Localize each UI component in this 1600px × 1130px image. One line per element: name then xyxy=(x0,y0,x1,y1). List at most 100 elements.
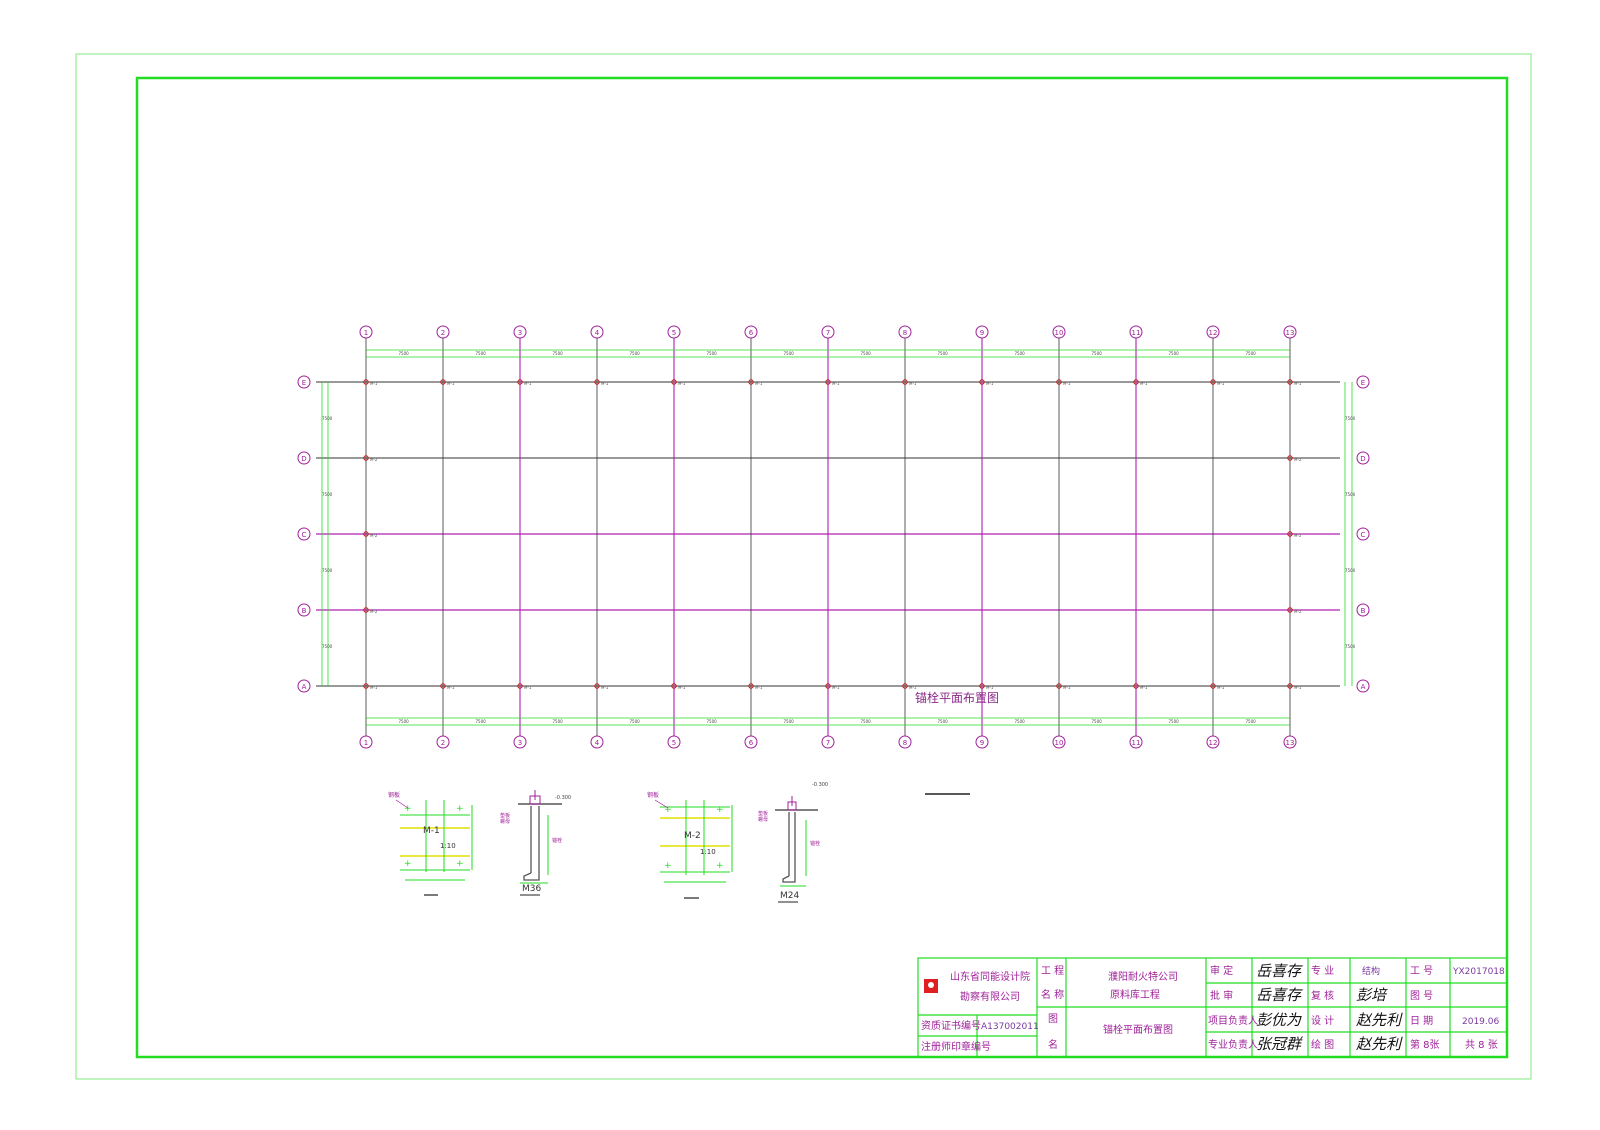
axis-label-E-left: E xyxy=(302,379,306,387)
anchor-tag-2A: M-1 xyxy=(447,685,455,690)
cad-drawing: 7500 7500 7500 7500 7500 7500 7500 7500 7500 7500… xyxy=(75,53,1532,1080)
bay-label-top-6: 7500 xyxy=(784,351,795,356)
anchor-tag-13B: M-2 xyxy=(1294,609,1302,614)
anchor-tag-11A: M-1 xyxy=(1140,685,1148,690)
axis-label-11-bottom: 11 xyxy=(1132,739,1141,747)
bay-label-top-4: 7500 xyxy=(630,351,641,356)
axis-label-10-bottom: 10 xyxy=(1055,739,1064,747)
role-pm: 项目负责人 xyxy=(1208,1014,1258,1027)
axis-label-7-bottom: 7 xyxy=(826,739,830,747)
span-label-left-1: 7500 xyxy=(322,416,333,421)
project-line1: 濮阳耐火特公司 xyxy=(1108,970,1178,983)
anchor-tag-9E: M-1 xyxy=(986,381,994,386)
anchor-tag-13C: M-2 xyxy=(1294,533,1302,538)
anchor-tag-1B: M-2 xyxy=(370,609,378,614)
svg-text:钢板: 钢板 xyxy=(388,791,400,799)
axis-label-B-left: B xyxy=(302,607,307,615)
role-lead: 专业负责人 xyxy=(1208,1038,1258,1051)
stamp-label: 注册师印章编号 xyxy=(921,1040,991,1053)
svg-text:螺母: 螺母 xyxy=(500,818,510,825)
axis-label-13-bottom: 13 xyxy=(1286,739,1295,747)
axis-label-10-top: 10 xyxy=(1055,329,1064,337)
label-date: 日 期 xyxy=(1410,1015,1433,1027)
bay-label-top-7: 7500 xyxy=(861,351,872,356)
axis-label-A-left: A xyxy=(302,683,307,691)
bay-label-top-9: 7500 xyxy=(1015,351,1026,356)
axis-label-C-right: C xyxy=(1361,531,1366,539)
detail-m1-label: M-1 xyxy=(423,826,440,836)
signature-lead: 张冠群 xyxy=(1256,1035,1303,1053)
anchor-tag-5E: M-1 xyxy=(678,381,686,386)
axis-label-A-right: A xyxy=(1361,683,1366,691)
span-label-left-2: 7500 xyxy=(322,492,333,497)
role-review: 批 审 xyxy=(1210,989,1233,1002)
signature-review: 岳喜存 xyxy=(1256,986,1303,1004)
axis-label-9-top: 9 xyxy=(980,329,984,337)
bay-label-bottom-6: 7500 xyxy=(784,719,795,724)
project-line2: 原料库工程 xyxy=(1110,988,1160,1001)
bay-label-bottom-12: 7500 xyxy=(1246,719,1257,724)
axis-label-E-right: E xyxy=(1361,379,1365,387)
anchor-tag-6E: M-1 xyxy=(755,381,763,386)
detail-m2-ratio: 1:10 xyxy=(700,848,716,856)
detail-m2-plate: + + + + 钢板 M-2 1:10 xyxy=(647,791,733,899)
detail-m24-bolt: -0.300 垫板 螺母 锚栓 M24 xyxy=(758,782,828,903)
bay-label-bottom-4: 7500 xyxy=(630,719,641,724)
detail-m1-plate: + + + + 钢板 M-1 1:10 xyxy=(388,791,473,896)
detail-m2-label: M-2 xyxy=(684,831,701,841)
detail-m36-label: M36 xyxy=(522,884,541,894)
detail-m36-bolt: -0.300 垫板 螺母 锚栓 M36 xyxy=(500,790,571,896)
anchor-tag-9A: M-1 xyxy=(986,685,994,690)
discipline: 结构 xyxy=(1362,965,1380,977)
axis-label-3-bottom: 3 xyxy=(518,739,522,747)
date-value: 2019.06 xyxy=(1462,1017,1499,1027)
role-draw: 绘 图 xyxy=(1311,1038,1334,1051)
axis-label-12-top: 12 xyxy=(1209,329,1218,337)
anchor-tag-10A: M-1 xyxy=(1063,685,1071,690)
bay-label-top-3: 7500 xyxy=(553,351,564,356)
span-label-right-3: 7500 xyxy=(1345,568,1356,573)
company-name-line1: 山东省同能设计院 xyxy=(950,970,1030,983)
anchor-tag-4A: M-1 xyxy=(601,685,609,690)
axis-label-1-bottom: 1 xyxy=(364,739,368,747)
role-design: 设 计 xyxy=(1311,1014,1334,1027)
anchor-tag-11E: M-1 xyxy=(1140,381,1148,386)
anchor-tag-1C: M-2 xyxy=(370,533,378,538)
svg-text:螺母: 螺母 xyxy=(758,816,768,823)
anchor-tag-12E: M-1 xyxy=(1217,381,1225,386)
axis-label-1-top: 1 xyxy=(364,329,368,337)
bay-label-bottom-8: 7500 xyxy=(938,719,949,724)
anchor-tag-6A: M-1 xyxy=(755,685,763,690)
axis-label-7-top: 7 xyxy=(826,329,830,337)
project-label-a: 工 程 xyxy=(1041,965,1064,977)
svg-text:锚栓: 锚栓 xyxy=(810,840,820,847)
signature-draw: 赵先利 xyxy=(1356,1035,1403,1053)
drawing-label-a: 图 xyxy=(1048,1013,1058,1025)
detail-m24-label: M24 xyxy=(780,891,799,901)
axis-label-4-top: 4 xyxy=(595,329,600,337)
sheet-outer-border xyxy=(75,53,1532,1080)
span-label-right-4: 7500 xyxy=(1345,644,1356,649)
span-label-left-4: 7500 xyxy=(322,644,333,649)
svg-text:+: + xyxy=(404,804,412,814)
anchor-tag-7A: M-1 xyxy=(832,685,840,690)
axis-label-11-top: 11 xyxy=(1132,329,1141,337)
axis-label-D-left: D xyxy=(301,455,306,463)
svg-text:+: + xyxy=(716,861,724,871)
axis-label-13-top: 13 xyxy=(1286,329,1295,337)
axis-label-8-top: 8 xyxy=(903,329,907,337)
bay-label-bottom-10: 7500 xyxy=(1092,719,1103,724)
job-number: YX2017018 xyxy=(1452,967,1505,977)
svg-text:锚栓: 锚栓 xyxy=(552,837,562,844)
axis-label-6-top: 6 xyxy=(749,329,754,337)
bay-label-top-8: 7500 xyxy=(938,351,949,356)
label-job: 工 号 xyxy=(1410,965,1433,977)
plan-title: 锚栓平面布置图 xyxy=(915,690,999,705)
svg-text:钢板: 钢板 xyxy=(647,791,659,799)
axis-label-4-bottom: 4 xyxy=(595,739,600,747)
anchor-tag-2E: M-1 xyxy=(447,381,455,386)
drawing-label-b: 名 xyxy=(1048,1038,1058,1051)
svg-text:+: + xyxy=(456,859,464,869)
svg-text:-0.300: -0.300 xyxy=(555,795,571,801)
anchor-tag-7E: M-1 xyxy=(832,381,840,386)
